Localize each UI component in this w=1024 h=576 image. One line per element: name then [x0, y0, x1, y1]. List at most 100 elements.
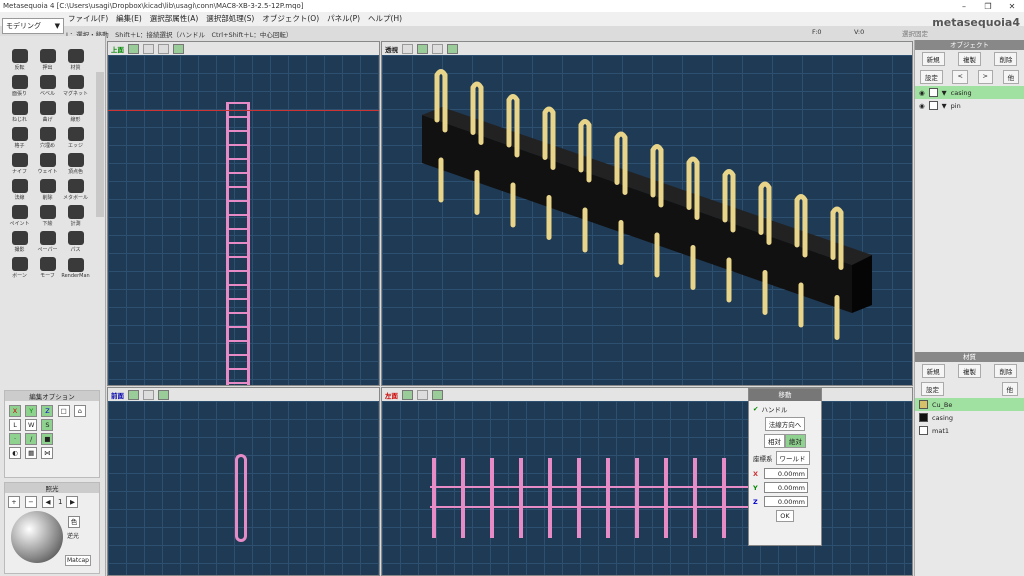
axis-y-toggle[interactable]: Y	[25, 405, 38, 417]
select-tool-icon[interactable]	[128, 43, 139, 54]
world-toggle[interactable]: W	[25, 419, 38, 431]
light-color-button[interactable]: 色	[68, 516, 80, 528]
tool-button[interactable]: 撮影	[6, 230, 33, 253]
material-row[interactable]: casing	[915, 411, 1024, 424]
menu-select-proc[interactable]: 選択部処理(S)	[206, 13, 254, 24]
cube-icon[interactable]	[143, 389, 154, 400]
close-button[interactable]: ✕	[1000, 2, 1024, 11]
relative-button[interactable]: 相対	[764, 434, 785, 448]
object-other-button[interactable]: 他	[1002, 70, 1020, 84]
menu-select-attr[interactable]: 選択部属性(A)	[150, 13, 198, 24]
tool-button[interactable]: 頂点色	[62, 152, 89, 175]
material-dup-button[interactable]: 複製	[957, 364, 981, 378]
material-other-button[interactable]: 他	[1001, 382, 1018, 396]
cube-icon[interactable]	[432, 43, 443, 54]
symmetry-icon[interactable]: ◐	[9, 447, 21, 459]
rotate-icon[interactable]	[173, 43, 184, 54]
select-tool-icon[interactable]	[402, 389, 413, 400]
object-prev-button[interactable]: <	[952, 70, 968, 84]
menu-panel[interactable]: パネル(P)	[327, 13, 360, 24]
lock-icon[interactable]	[928, 88, 938, 97]
tool-button[interactable]: 削除	[34, 178, 61, 201]
tool-button[interactable]: ウェイト	[34, 152, 61, 175]
minus-icon[interactable]: −	[25, 496, 37, 508]
tool-button[interactable]: ボーン	[6, 256, 33, 279]
tool-scrollbar[interactable]	[96, 72, 104, 217]
tool-button[interactable]: ベベル	[34, 74, 61, 97]
light-sphere[interactable]	[11, 511, 63, 563]
x-input[interactable]: 0.00mm	[764, 468, 808, 479]
tool-button[interactable]: 法線	[6, 178, 33, 201]
screen-toggle[interactable]: S	[41, 419, 54, 431]
tool-button[interactable]: ナイフ	[6, 152, 33, 175]
viewport-top[interactable]: 上面	[107, 41, 380, 386]
tool-button[interactable]: 計測	[62, 204, 89, 227]
tool-button[interactable]: ねじれ	[6, 100, 33, 123]
tool-button[interactable]: 曲げ	[34, 100, 61, 123]
backlight-checkbox[interactable]: 逆光	[67, 531, 79, 540]
object-del-button[interactable]: 削除	[994, 52, 1018, 66]
pin-icon[interactable]: ⌂	[73, 405, 86, 417]
tool-button[interactable]: メタボール	[62, 178, 89, 201]
tool-button[interactable]: マグネット	[62, 74, 89, 97]
rotate-icon[interactable]	[432, 389, 443, 400]
viewport-front[interactable]: 前面	[107, 387, 380, 576]
selection-lock[interactable]: 選択固定	[902, 28, 928, 38]
object-next-button[interactable]: >	[977, 70, 993, 84]
material-new-button[interactable]: 新規	[921, 364, 945, 378]
object-row[interactable]: ◉ ▼ pin	[915, 99, 1024, 112]
vertex-icon[interactable]: ·	[9, 433, 21, 445]
tool-button[interactable]: ペイント	[6, 204, 33, 227]
axis-x-toggle[interactable]: X	[9, 405, 21, 417]
lock-icon[interactable]	[928, 101, 938, 110]
view-icon[interactable]	[417, 43, 428, 54]
material-row[interactable]: mat1	[915, 424, 1024, 437]
menu-object[interactable]: オブジェクト(O)	[262, 13, 319, 24]
object-new-button[interactable]: 新規	[921, 52, 945, 66]
tool-button[interactable]: 面張り	[6, 74, 33, 97]
tool-button[interactable]: 反転	[6, 48, 33, 71]
chevron-down-icon[interactable]: ▼	[942, 102, 947, 110]
axis-z-toggle[interactable]: Z	[41, 405, 54, 417]
tool-button[interactable]: ペーパー	[34, 230, 61, 253]
mode-select[interactable]: モデリング ▼	[2, 18, 64, 34]
absolute-button[interactable]: 絶対	[785, 434, 806, 448]
eye-icon[interactable]: ◉	[919, 102, 925, 110]
chevron-down-icon[interactable]: ▼	[942, 89, 947, 97]
rotate-icon[interactable]	[158, 389, 169, 400]
object-dup-button[interactable]: 複製	[957, 52, 981, 66]
viewport-perspective[interactable]: 透視	[381, 41, 913, 386]
viewport-left[interactable]: 左面	[381, 387, 913, 576]
maximize-button[interactable]: ❐	[976, 2, 1000, 11]
tool-button[interactable]: モーフ	[34, 256, 61, 279]
object-set-button[interactable]: 設定	[919, 70, 943, 84]
next-icon[interactable]: ▶	[66, 496, 79, 508]
tool-button[interactable]: エッジ	[62, 126, 89, 149]
material-set-button[interactable]: 設定	[921, 382, 944, 396]
mirror-icon[interactable]: ⋈	[41, 447, 54, 459]
world-button[interactable]: ワールド	[775, 451, 810, 465]
face-icon[interactable]: ■	[41, 433, 54, 445]
menu-file[interactable]: ファイル(F)	[68, 13, 108, 24]
rotate-icon[interactable]	[447, 43, 458, 54]
edge-icon[interactable]: /	[25, 433, 38, 445]
check-icon[interactable]: ✔	[753, 405, 758, 413]
tool-button[interactable]: 格子	[6, 126, 33, 149]
matcap-button[interactable]: Matcap	[65, 555, 91, 566]
tool-button[interactable]: 穴埋め	[34, 126, 61, 149]
minimize-button[interactable]: –	[952, 2, 976, 11]
local-toggle[interactable]: L	[9, 419, 21, 431]
z-input[interactable]: 0.00mm	[764, 496, 808, 507]
tool-button[interactable]: 材質	[62, 48, 89, 71]
material-del-button[interactable]: 削除	[994, 364, 1018, 378]
normal-dir-button[interactable]: 法線方向へ	[764, 417, 806, 431]
material-row[interactable]: Cu_Be	[915, 398, 1024, 411]
menu-edit[interactable]: 編集(E)	[116, 13, 142, 24]
tool-button[interactable]: 線形	[62, 100, 89, 123]
tool-button[interactable]: 下絵	[34, 204, 61, 227]
y-input[interactable]: 0.00mm	[764, 482, 808, 493]
handle-checkbox[interactable]: ハンドル	[761, 404, 787, 414]
select-tool-icon[interactable]	[402, 43, 413, 54]
tool-button[interactable]: 押出	[34, 48, 61, 71]
cube-icon[interactable]	[158, 43, 169, 54]
